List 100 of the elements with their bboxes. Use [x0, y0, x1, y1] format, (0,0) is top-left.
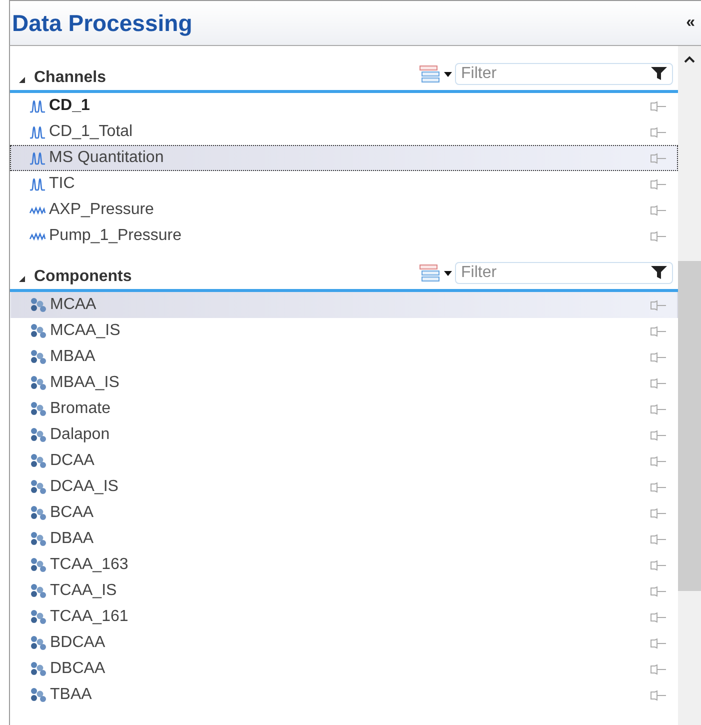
item-label: DBAA — [50, 530, 95, 548]
scrollbar[interactable] — [678, 46, 701, 725]
list-item[interactable]: MBAA — [10, 344, 678, 370]
list-item[interactable]: TIC — [10, 171, 678, 197]
filter-icon[interactable] — [651, 266, 667, 280]
pin-icon[interactable] — [650, 482, 667, 492]
pin-icon[interactable] — [650, 352, 667, 362]
pin-icon[interactable] — [650, 152, 667, 164]
item-label: BDCAA — [50, 634, 106, 652]
filter-field[interactable]: Filter — [455, 63, 673, 85]
item-label: MCAA — [50, 296, 98, 314]
item-label: AXP_Pressure — [49, 201, 155, 219]
molecule-icon — [29, 479, 47, 495]
scroll-thumb[interactable] — [678, 261, 701, 591]
pin-icon[interactable] — [650, 326, 667, 336]
molecule-icon — [29, 557, 47, 573]
item-label: BCAA — [50, 504, 95, 522]
filter-field[interactable]: Filter — [455, 262, 673, 284]
expander-icon[interactable] — [18, 275, 26, 283]
molecule-icon — [29, 635, 47, 651]
item-label: DCAA — [50, 452, 96, 470]
pin-icon[interactable] — [650, 404, 667, 414]
peak-icon — [29, 151, 46, 165]
list-item[interactable]: TCAA_IS — [10, 578, 678, 604]
pin-icon[interactable] — [650, 560, 667, 570]
panel-title: Data Processing — [11, 10, 192, 36]
pin-icon[interactable] — [650, 378, 667, 388]
list-item[interactable]: CD_1_Total — [10, 119, 678, 145]
item-label: TCAA_IS — [50, 582, 118, 600]
list-item[interactable]: TCAA_163 — [10, 552, 678, 578]
item-label: Bromate — [50, 400, 112, 418]
expander-icon[interactable] — [18, 76, 26, 84]
pin-icon[interactable] — [650, 430, 667, 440]
molecule-icon — [29, 323, 47, 339]
list-item[interactable]: Bromate — [10, 396, 678, 422]
item-label: DCAA_IS — [50, 478, 120, 496]
item-label: CD_1_Total — [49, 123, 134, 141]
molecule-icon — [29, 583, 47, 599]
pin-icon[interactable] — [650, 534, 667, 544]
molecule-icon — [29, 687, 47, 703]
item-label: DBCAA — [50, 660, 106, 678]
list-item[interactable]: DCAA — [10, 448, 678, 474]
list-item[interactable]: MS Quantitation — [10, 145, 678, 171]
section-title: Channels — [34, 69, 108, 88]
molecule-icon — [29, 427, 47, 443]
molecule-icon — [29, 505, 47, 521]
pin-icon[interactable] — [650, 638, 667, 648]
list-item[interactable]: MCAA_IS — [10, 318, 678, 344]
molecule-icon — [29, 375, 47, 391]
pin-icon[interactable] — [650, 586, 667, 596]
list-item[interactable]: DCAA_IS — [10, 474, 678, 500]
wave-icon — [29, 205, 46, 215]
molecule-icon — [29, 297, 47, 313]
molecule-icon — [29, 349, 47, 365]
item-label: TCAA_161 — [50, 608, 130, 626]
molecule-icon — [29, 401, 47, 417]
item-label: MS Quantitation — [49, 149, 165, 167]
molecule-icon — [29, 609, 47, 625]
item-label: CD_1 — [49, 97, 91, 115]
pin-icon[interactable] — [650, 508, 667, 518]
section-title: Components — [34, 268, 133, 287]
wave-icon — [29, 231, 46, 241]
list-item[interactable]: DBCAA — [10, 656, 678, 682]
pin-icon[interactable] — [650, 230, 667, 242]
list-item[interactable]: AXP_Pressure — [10, 197, 678, 223]
list-item[interactable]: TCAA_161 — [10, 604, 678, 630]
filter-icon[interactable] — [651, 67, 667, 81]
molecule-icon — [29, 531, 47, 547]
scroll-up-icon[interactable] — [684, 56, 695, 63]
pin-icon[interactable] — [650, 204, 667, 216]
pin-icon[interactable] — [650, 126, 667, 138]
item-label: Pump_1_Pressure — [49, 227, 183, 245]
list-item[interactable]: DBAA — [10, 526, 678, 552]
pin-icon[interactable] — [650, 178, 667, 190]
list-item[interactable]: Pump_1_Pressure — [10, 223, 678, 249]
list-item[interactable]: BDCAA — [10, 630, 678, 656]
list-item[interactable]: MBAA_IS — [10, 370, 678, 396]
list-item[interactable]: TBAA — [10, 682, 678, 708]
pin-icon[interactable] — [650, 100, 667, 112]
collapse-button[interactable]: « — [680, 13, 701, 33]
dropdown-caret-icon[interactable] — [444, 72, 452, 76]
item-label: MBAA_IS — [50, 374, 120, 392]
pin-icon[interactable] — [650, 690, 667, 700]
item-label: TIC — [49, 175, 76, 193]
pin-icon[interactable] — [650, 612, 667, 622]
dropdown-caret-icon[interactable] — [444, 270, 452, 276]
pin-icon[interactable] — [650, 300, 667, 310]
list-item[interactable]: CD_1 — [10, 93, 678, 119]
list-item[interactable]: BCAA — [10, 500, 678, 526]
list-item[interactable]: Dalapon — [10, 422, 678, 448]
pin-icon[interactable] — [650, 664, 667, 674]
item-label: TBAA — [50, 686, 93, 704]
molecule-icon — [29, 453, 47, 469]
peak-icon — [29, 99, 46, 113]
pin-icon[interactable] — [650, 456, 667, 466]
peak-icon — [29, 125, 46, 139]
list-item[interactable]: MCAA — [10, 292, 678, 318]
molecule-icon — [29, 661, 47, 677]
item-label: MCAA_IS — [50, 322, 122, 340]
item-label: TCAA_163 — [50, 556, 130, 574]
